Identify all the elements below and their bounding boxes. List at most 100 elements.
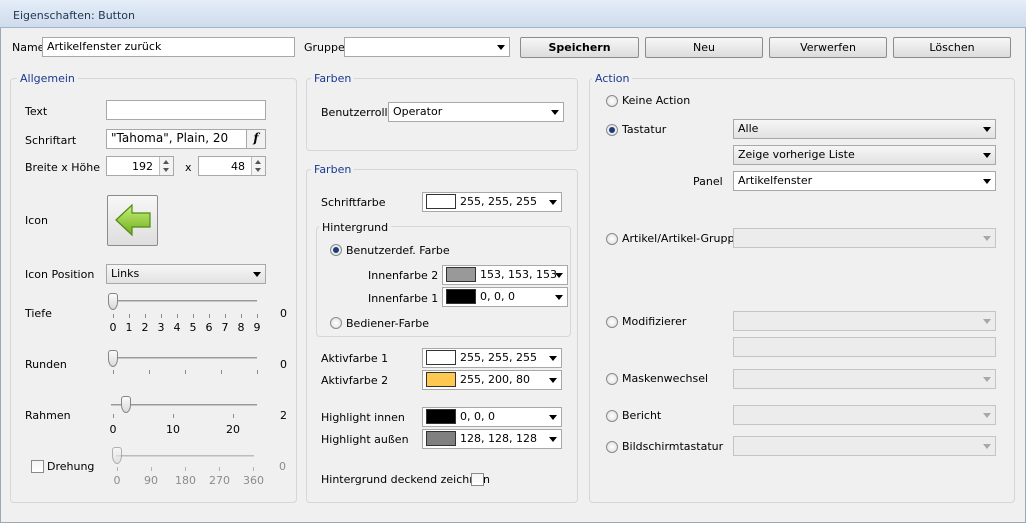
new-button[interactable]: Neu bbox=[645, 37, 763, 58]
modifier-input bbox=[733, 337, 996, 357]
text-input[interactable] bbox=[106, 100, 266, 120]
highlight-inner-select[interactable]: 0, 0, 0 bbox=[422, 407, 562, 427]
chevron-down-icon bbox=[551, 110, 559, 115]
icon-picker-button[interactable] bbox=[107, 195, 158, 246]
frame-tick bbox=[113, 414, 114, 418]
colors-legend: Farben bbox=[311, 163, 355, 176]
rotation-tick-label: 180 bbox=[175, 474, 196, 487]
chevron-down-icon bbox=[549, 356, 557, 361]
icon-position-label: Icon Position bbox=[25, 268, 95, 281]
screen-keyboard-radio[interactable] bbox=[606, 441, 618, 453]
size-separator: x bbox=[185, 161, 192, 174]
height-up-icon[interactable] bbox=[252, 157, 265, 166]
opaque-label: Hintergrund deckend zeichnen bbox=[321, 473, 490, 486]
custom-color-radio[interactable] bbox=[330, 244, 342, 256]
discard-button[interactable]: Verwerfen bbox=[769, 37, 887, 58]
keyboard-radio[interactable] bbox=[606, 124, 618, 136]
rotation-value: 0 bbox=[279, 460, 286, 473]
rotation-tick bbox=[117, 467, 118, 471]
rotation-checkbox[interactable] bbox=[31, 460, 44, 473]
height-down-icon[interactable] bbox=[252, 166, 265, 175]
round-slider-track[interactable] bbox=[111, 357, 257, 359]
report-radio[interactable] bbox=[606, 410, 618, 422]
gruppe-label: Gruppe bbox=[304, 41, 345, 54]
font-color-select[interactable]: 255, 255, 255 bbox=[422, 192, 562, 212]
depth-tick bbox=[161, 314, 162, 318]
background-legend: Hintergrund bbox=[319, 221, 392, 234]
highlight-outer-label: Highlight außen bbox=[321, 433, 409, 446]
font-picker-button[interactable]: f bbox=[246, 130, 265, 148]
opaque-checkbox[interactable] bbox=[471, 473, 484, 486]
active1-select[interactable]: 255, 255, 255 bbox=[422, 348, 562, 368]
rotation-tick bbox=[253, 467, 254, 471]
chevron-down-icon bbox=[983, 236, 991, 241]
round-slider-thumb[interactable] bbox=[108, 350, 118, 367]
inner2-select[interactable]: 153, 153, 153 bbox=[442, 265, 568, 285]
round-tick bbox=[149, 370, 150, 374]
article-radio[interactable] bbox=[606, 233, 618, 245]
operator-color-radio[interactable] bbox=[330, 317, 342, 329]
modifier-select bbox=[733, 311, 996, 331]
rotation-tick-label: 0 bbox=[113, 474, 121, 487]
operator-color-label: Bediener-Farbe bbox=[346, 317, 429, 330]
name-input[interactable]: Artikelfenster zurück bbox=[42, 37, 295, 57]
chevron-down-icon bbox=[555, 273, 563, 278]
highlight-outer-select[interactable]: 128, 128, 128 bbox=[422, 429, 562, 449]
round-value: 0 bbox=[280, 358, 287, 371]
role-select[interactable]: Operator bbox=[388, 102, 564, 122]
frame-slider-thumb[interactable] bbox=[121, 396, 131, 413]
active2-select[interactable]: 255, 200, 80 bbox=[422, 370, 562, 390]
icon-position-select[interactable]: Links bbox=[106, 264, 266, 284]
depth-tick bbox=[241, 314, 242, 318]
chevron-down-icon bbox=[549, 200, 557, 205]
inner1-select[interactable]: 0, 0, 0 bbox=[442, 287, 568, 307]
depth-label: Tiefe bbox=[25, 307, 52, 320]
depth-tick bbox=[129, 314, 130, 318]
frame-slider-track[interactable] bbox=[111, 404, 257, 406]
width-down-icon[interactable] bbox=[160, 166, 173, 175]
highlight-outer-swatch bbox=[426, 431, 456, 446]
text-label: Text bbox=[25, 105, 48, 118]
depth-tick bbox=[113, 314, 114, 318]
name-label: Name bbox=[12, 41, 45, 54]
rotation-tick-label: 270 bbox=[209, 474, 230, 487]
rotation-tick-label: 360 bbox=[243, 474, 264, 487]
width-spinner[interactable]: 192 bbox=[106, 156, 174, 176]
chevron-down-icon bbox=[983, 127, 991, 132]
inner2-swatch bbox=[446, 267, 476, 282]
gruppe-select[interactable] bbox=[344, 37, 510, 57]
panel-select[interactable]: Artikelfenster bbox=[733, 171, 996, 191]
no-action-radio[interactable] bbox=[606, 95, 618, 107]
width-up-icon[interactable] bbox=[160, 157, 173, 166]
icon-label: Icon bbox=[25, 214, 48, 227]
keyboard-select[interactable]: Alle bbox=[733, 119, 996, 139]
depth-slider-thumb[interactable] bbox=[108, 293, 118, 310]
active2-swatch bbox=[426, 372, 456, 387]
height-spinner[interactable]: 48 bbox=[198, 156, 266, 176]
depth-tick bbox=[177, 314, 178, 318]
depth-slider-track[interactable] bbox=[111, 300, 257, 302]
depth-tick bbox=[225, 314, 226, 318]
keyboard-label: Tastatur bbox=[622, 123, 667, 136]
round-tick bbox=[257, 370, 258, 374]
article-select bbox=[733, 228, 996, 248]
screen-keyboard-select bbox=[733, 436, 996, 456]
mask-radio[interactable] bbox=[606, 373, 618, 385]
round-label: Runden bbox=[25, 358, 67, 371]
window-title: Eigenschaften: Button bbox=[13, 9, 135, 22]
modifier-radio[interactable] bbox=[606, 316, 618, 328]
delete-button[interactable]: Löschen bbox=[893, 37, 1011, 58]
modifier-label: Modifizierer bbox=[622, 315, 687, 328]
mask-label: Maskenwechsel bbox=[622, 372, 709, 385]
save-button[interactable]: Speichern bbox=[520, 37, 639, 58]
inner2-label: Innenfarbe 2 bbox=[368, 269, 439, 282]
depth-tick bbox=[209, 314, 210, 318]
keyboard-action-select[interactable]: Zeige vorherige Liste bbox=[733, 145, 996, 165]
rotation-tick bbox=[219, 467, 220, 471]
depth-tick bbox=[193, 314, 194, 318]
general-legend: Allgemein bbox=[17, 72, 78, 85]
chevron-down-icon bbox=[983, 377, 991, 382]
mask-select bbox=[733, 369, 996, 389]
height-value: 48 bbox=[231, 160, 245, 173]
green-left-arrow-icon bbox=[115, 203, 151, 237]
